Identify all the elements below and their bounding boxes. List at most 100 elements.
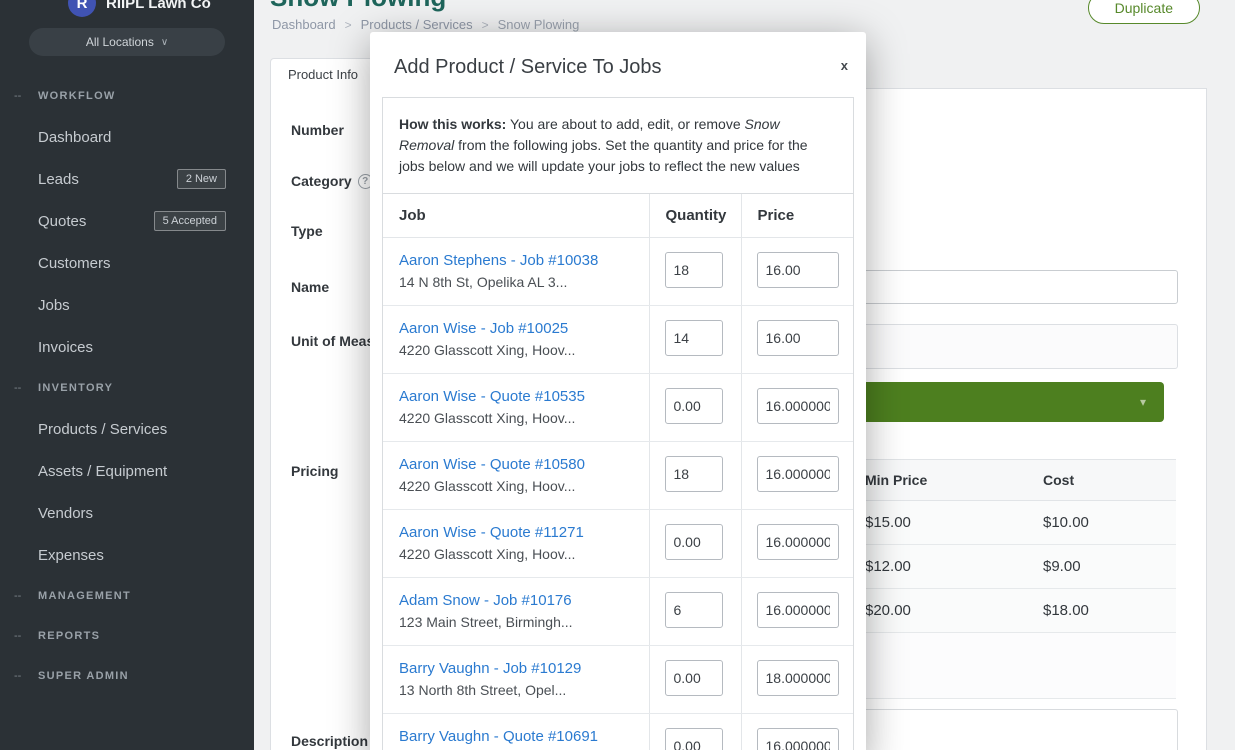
nav-section-management[interactable]: -- MANAGEMENT (0, 576, 254, 616)
sidebar-item-quotes[interactable]: Quotes 5 Accepted (0, 200, 254, 242)
jobs-col-price: Price (741, 194, 853, 238)
job-link[interactable]: Aaron Wise - Job #10025 (399, 320, 568, 338)
app-window: R RIIPL Lawn Co All Locations ∨ -- WORKF… (0, 0, 1235, 750)
nav-section-label: SUPER ADMIN (38, 670, 129, 682)
how-this-works-part1: You are about to add, edit, or remove (506, 116, 744, 132)
sidebar-item-assets-equipment[interactable]: Assets / Equipment (0, 450, 254, 492)
job-link[interactable]: Adam Snow - Job #10176 (399, 592, 572, 610)
quantity-cell (649, 442, 741, 510)
quantity-cell (649, 306, 741, 374)
quantity-input[interactable] (665, 728, 723, 750)
sidebar: R RIIPL Lawn Co All Locations ∨ -- WORKF… (0, 0, 254, 750)
sidebar-item-expenses[interactable]: Expenses (0, 534, 254, 576)
sidebar-item-vendors[interactable]: Vendors (0, 492, 254, 534)
pricing-col-cost: Cost (1029, 460, 1176, 501)
quantity-cell (649, 578, 741, 646)
breadcrumb-dashboard[interactable]: Dashboard (272, 17, 336, 32)
price-cell (741, 714, 853, 750)
jobs-col-quantity: Quantity (649, 194, 741, 238)
job-link[interactable]: Aaron Wise - Quote #10580 (399, 456, 585, 474)
price-input[interactable] (757, 320, 839, 356)
job-cell: Aaron Wise - Quote #10580 4220 Glasscott… (383, 442, 649, 510)
nav-section-label: MANAGEMENT (38, 590, 131, 602)
quantity-cell (649, 714, 741, 750)
job-address: 4220 Glasscott Xing, Hoov... (399, 410, 633, 427)
job-row: Aaron Wise - Quote #10580 4220 Glasscott… (383, 442, 853, 510)
nav-section-label: INVENTORY (38, 382, 113, 394)
nav-section-label: REPORTS (38, 630, 100, 642)
price-cell (741, 510, 853, 578)
quotes-badge: 5 Accepted (154, 211, 226, 231)
pricing-cell-cost: $10.00 (1029, 501, 1176, 545)
price-input[interactable] (757, 660, 839, 696)
how-this-works-text: How this works: You are about to add, ed… (383, 98, 853, 193)
job-link[interactable]: Barry Vaughn - Quote #10691 (399, 728, 598, 746)
job-cell: Aaron Wise - Quote #10535 4220 Glasscott… (383, 374, 649, 442)
job-cell: Aaron Stephens - Job #10038 14 N 8th St,… (383, 238, 649, 306)
quantity-input[interactable] (665, 388, 723, 424)
pricing-label: Pricing (291, 463, 338, 479)
price-input[interactable] (757, 252, 839, 288)
sidebar-item-label: Dashboard (38, 129, 111, 146)
close-icon[interactable]: x (841, 58, 848, 73)
sidebar-item-label: Jobs (38, 297, 70, 314)
nav-section-inventory: -- INVENTORY (0, 368, 254, 408)
job-cell: Adam Snow - Job #10176 123 Main Street, … (383, 578, 649, 646)
price-input[interactable] (757, 592, 839, 628)
job-link[interactable]: Barry Vaughn - Job #10129 (399, 660, 581, 678)
job-link[interactable]: Aaron Stephens - Job #10038 (399, 252, 598, 270)
price-cell (741, 306, 853, 374)
price-input[interactable] (757, 388, 839, 424)
job-link[interactable]: Aaron Wise - Quote #10535 (399, 388, 585, 406)
price-input[interactable] (757, 524, 839, 560)
sidebar-item-leads[interactable]: Leads 2 New (0, 158, 254, 200)
duplicate-button[interactable]: Duplicate (1088, 0, 1200, 24)
number-label: Number (291, 122, 344, 138)
location-selector[interactable]: All Locations ∨ (29, 28, 225, 56)
job-link[interactable]: Aaron Wise - Quote #11271 (399, 524, 584, 542)
sidebar-item-invoices[interactable]: Invoices (0, 326, 254, 368)
sidebar-nav: -- WORKFLOW Dashboard Leads 2 New Quotes… (0, 76, 254, 696)
price-input[interactable] (757, 456, 839, 492)
category-label: Category ? (291, 173, 373, 189)
section-dashes-icon: -- (14, 90, 30, 102)
nav-section-super-admin[interactable]: -- SUPER ADMIN (0, 656, 254, 696)
breadcrumb-current: Snow Plowing (498, 17, 580, 32)
quantity-input[interactable] (665, 660, 723, 696)
sidebar-item-label: Assets / Equipment (38, 463, 167, 480)
modal-header: Add Product / Service To Jobs x (370, 32, 866, 97)
section-dashes-icon: -- (14, 590, 30, 602)
quantity-input[interactable] (665, 524, 723, 560)
sidebar-item-dashboard[interactable]: Dashboard (0, 116, 254, 158)
type-label: Type (291, 223, 323, 239)
how-this-works-part2: from the following jobs. Set the quantit… (399, 137, 808, 174)
nav-section-workflow: -- WORKFLOW (0, 76, 254, 116)
price-cell (741, 442, 853, 510)
breadcrumb-products-services[interactable]: Products / Services (361, 17, 473, 32)
quantity-input[interactable] (665, 592, 723, 628)
quantity-input[interactable] (665, 252, 723, 288)
caret-down-icon: ▾ (1140, 395, 1146, 409)
breadcrumb-separator: > (482, 18, 489, 32)
nav-section-reports[interactable]: -- REPORTS (0, 616, 254, 656)
logo-row: R RIIPL Lawn Co (0, 0, 254, 18)
price-input[interactable] (757, 728, 839, 750)
sidebar-item-label: Quotes (38, 213, 86, 230)
job-row: Aaron Wise - Quote #10535 4220 Glasscott… (383, 374, 853, 442)
price-cell (741, 238, 853, 306)
quantity-cell (649, 374, 741, 442)
nav-section-label: WORKFLOW (38, 90, 116, 102)
quantity-input[interactable] (665, 456, 723, 492)
job-row: Barry Vaughn - Job #10129 13 North 8th S… (383, 646, 853, 714)
job-cell: Aaron Wise - Quote #11271 4220 Glasscott… (383, 510, 649, 578)
sidebar-item-customers[interactable]: Customers (0, 242, 254, 284)
quantity-input[interactable] (665, 320, 723, 356)
jobs-table: Job Quantity Price Aaron Stephens - Job … (383, 193, 853, 750)
sidebar-item-label: Invoices (38, 339, 93, 356)
price-cell (741, 578, 853, 646)
section-dashes-icon: -- (14, 630, 30, 642)
sidebar-item-products-services[interactable]: Products / Services (0, 408, 254, 450)
pricing-cell-min-price: $20.00 (851, 589, 1029, 633)
sidebar-item-jobs[interactable]: Jobs (0, 284, 254, 326)
tab-product-info[interactable]: Product Info (270, 58, 376, 89)
